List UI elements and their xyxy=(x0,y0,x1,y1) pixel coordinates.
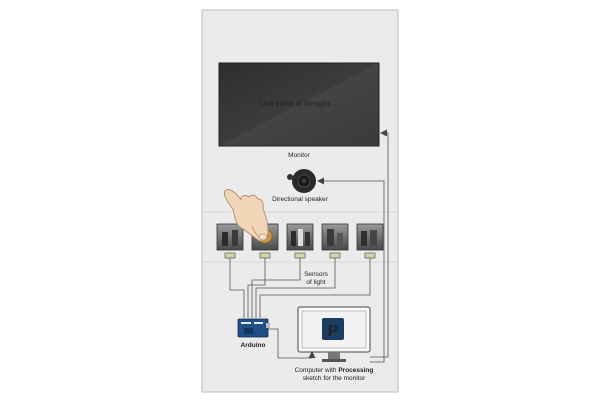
processing-logo-letter: P xyxy=(328,323,339,340)
light-sensor-4 xyxy=(329,252,341,259)
photo-4 xyxy=(321,223,349,251)
arduino-label: Arduino xyxy=(241,342,266,349)
sensors-label-line1: Sensors xyxy=(304,271,329,278)
computer-label-line1: Computer with Processing xyxy=(295,367,374,374)
light-sensor-1 xyxy=(224,252,236,259)
light-sensor-2 xyxy=(259,252,271,259)
monitor: Una storia di famiglia ... Monitor xyxy=(218,62,380,159)
speaker-label: Directional speaker xyxy=(272,196,328,203)
monitor-label: Monitor xyxy=(288,152,311,159)
computer-base xyxy=(322,359,346,362)
speaker-indicator-icon xyxy=(287,174,293,180)
sensors-label-line2: of light xyxy=(306,279,325,286)
computer-label-line2: sketch for the monitor xyxy=(303,375,366,382)
computer-stand xyxy=(328,352,340,359)
arduino-board: Arduino xyxy=(237,318,270,349)
computer-label-bold: Processing xyxy=(338,367,373,374)
installation-diagram: Una storia di famiglia ... Monitor Direc… xyxy=(201,9,399,393)
photo-3 xyxy=(286,223,314,251)
photo-5 xyxy=(356,223,384,251)
photo-1 xyxy=(216,223,244,251)
light-sensor-3 xyxy=(294,252,306,259)
light-sensor-5 xyxy=(364,252,376,259)
monitor-screen-text: Una storia di famiglia ... xyxy=(260,99,338,108)
